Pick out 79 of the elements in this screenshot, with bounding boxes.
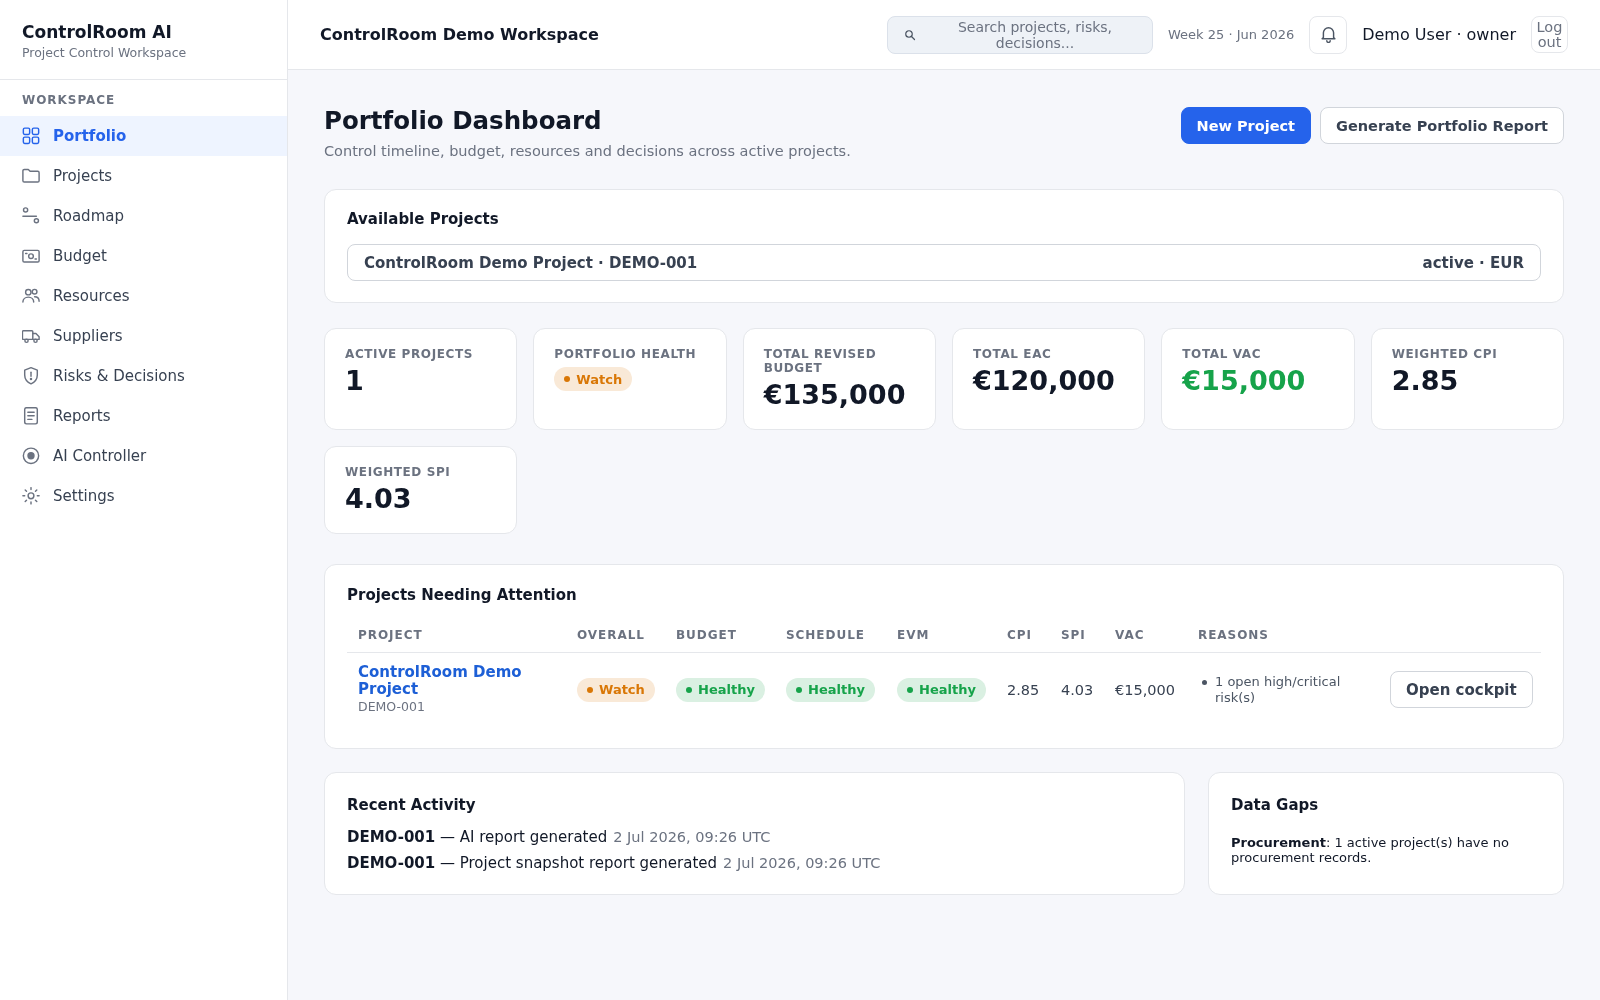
status-label: Watch [599,682,645,697]
new-project-button[interactable]: New Project [1180,107,1312,144]
panel-title: Projects Needing Attention [347,586,578,605]
route-icon [22,207,40,225]
nav-item[interactable]: Risks & Decisions [0,356,287,396]
table-cell: 4.03 [1061,681,1094,698]
kpi-label: PORTFOLIO HEALTH [554,347,698,361]
column-header: BUDGET [676,628,737,642]
status-label: Watch [576,371,623,387]
status-label: Healthy [808,682,865,697]
bell-icon [1320,26,1336,43]
project-option[interactable]: ControlRoom Demo Project · DEMO-001 active · EUR [347,244,1541,281]
page-subtitle: Control timeline, budget, resources and decisions across active projects. [324,142,851,160]
kpi-value: €120,000 [973,364,1116,398]
kpi-value: 4.03 [345,482,413,516]
shield-icon [22,367,40,385]
status-label: Healthy [919,682,976,697]
people-icon [22,287,40,305]
bullet-icon [1202,679,1207,685]
panel-title: Available Projects [347,210,500,229]
app-subtitle: Project Control Workspace [22,44,188,62]
banknote-icon [22,247,40,265]
column-header: SCHEDULE [786,628,865,642]
activity-time: 2 Jul 2026, 09:26 UTC [723,855,881,871]
folder-icon [22,167,40,185]
panel-title: Recent Activity [347,796,477,815]
kpi-label: WEIGHTED CPI [1391,347,1499,361]
column-header: CPI [1007,628,1032,642]
nav-item[interactable]: Roadmap [0,196,287,236]
panel-title: Data Gaps [1231,796,1320,815]
open-cockpit-button[interactable]: Open cockpit [1390,671,1533,708]
table-cell: €15,000 [1115,681,1175,698]
table-cell: 2.85 [1007,681,1040,698]
column-header: EVM [897,628,930,642]
column-header: VAC [1115,628,1145,642]
notifications-button[interactable] [1309,15,1348,54]
kpi-label: TOTAL VAC [1182,347,1263,361]
activity-text: DEMO-001 — Project snapshot report generated [347,854,718,872]
kpi-value: 2.85 [1391,364,1460,398]
kpi-value: €135,000 [763,378,907,412]
activity-text: DEMO-001 — AI report generated [347,828,608,846]
status-label: Healthy [698,682,755,697]
column-header: REASONS [1198,628,1269,642]
column-header: OVERALL [577,628,645,642]
user-label: Demo User · owner [1362,25,1516,44]
kpi-value: 1 [345,364,365,398]
page-title: Portfolio Dashboard [324,105,603,136]
kpi-label: TOTAL REVISED BUDGET [763,347,878,375]
document-icon [22,407,40,425]
grid-icon [22,127,40,145]
app-name: ControlRoom AI [22,21,173,43]
column-header: SPI [1061,628,1086,642]
project-code: DEMO-001 [358,699,426,715]
nav-item[interactable]: Portfolio [0,116,287,156]
workspace-title: ControlRoom Demo Workspace [320,25,599,44]
kpi-label: ACTIVE PROJECTS [345,347,474,361]
kpi-value: €15,000 [1182,364,1307,398]
project-link[interactable]: ControlRoom Demo Project [358,664,555,698]
nav-item[interactable]: Budget [0,236,287,276]
data-gap-text: Procurement: 1 active project(s) have no procurement records. [1231,835,1510,865]
search-field[interactable]: Search projects, risks, decisions... [887,15,1153,54]
kpi-label: WEIGHTED SPI [345,465,452,479]
logout-button[interactable]: Log out [1531,16,1568,53]
truck-icon [22,327,40,345]
nav-item[interactable]: Suppliers [0,316,287,356]
nav-item[interactable]: Projects [0,156,287,196]
column-header: PROJECT [358,628,423,642]
nav-item[interactable]: AI Controller [0,436,287,476]
section-label: WORKSPACE [21,92,117,108]
kpi-label: TOTAL EAC [973,347,1053,361]
report-button[interactable]: Generate Portfolio Report [1320,107,1564,144]
target-icon [22,447,40,465]
nav-item[interactable]: Settings [0,476,287,516]
nav-item[interactable]: Reports [0,396,287,436]
settings-icon [22,487,40,505]
week-label: Week 25 · Jun 2026 [1168,27,1295,42]
nav-item[interactable]: Resources [0,276,287,316]
reason-text: 1 open high/critical risk(s) [1215,673,1342,706]
activity-time: 2 Jul 2026, 09:26 UTC [613,829,771,845]
